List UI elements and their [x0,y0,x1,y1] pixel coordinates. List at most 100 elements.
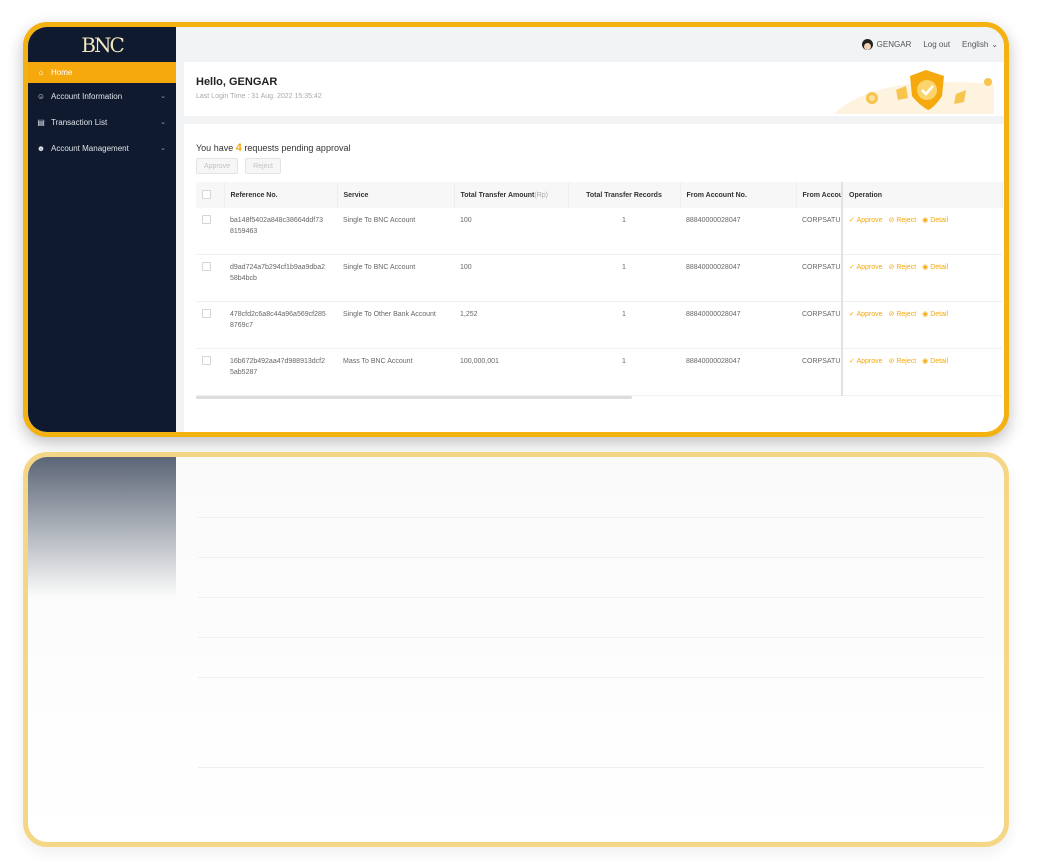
approve-link[interactable]: ✓ Approve [849,217,883,224]
detail-link-label: Detail [930,311,949,318]
user-icon: ☺ [36,91,46,101]
select-all-checkbox[interactable] [202,189,211,199]
pending-count: 4 [235,142,242,154]
col-from-account: From Account No. [680,182,797,208]
from-account-name-cell: CORPSATU [796,208,842,255]
from-account-name-cell: CORPSATU [796,348,842,396]
sidebar-item-label: Home [51,68,73,77]
from-account-cell: 88840000028047 [680,348,796,396]
table-row: 16b672b492aa47d988913dcf2 5ab5287 Mass To … [196,348,1002,396]
service-cell: Single To Other Bank Account [337,301,454,349]
home-icon: ⌂ [38,68,44,77]
row-checkbox[interactable] [202,262,211,271]
list-icon: ▤ [37,117,45,127]
requests-table: Reference No. Service Total Transfer Amo… [196,182,1003,396]
from-account-name-cell: CORPSATU [796,254,842,302]
detail-link[interactable]: ◉ Detail [922,358,948,365]
users-icon: ☻ [36,143,46,153]
approve-link-label: Approve [856,217,883,224]
avatar[interactable] [861,39,873,50]
horizontal-scrollbar[interactable] [196,396,632,399]
col-reference: Reference No. [224,182,338,208]
reject-link-label: Reject [896,358,917,365]
reference-part: 16b672b492aa47d988913dcf2 [230,358,325,365]
pending-approval-panel: You have 4 requests pending approval App… [184,124,1004,432]
records-cell: 1 [568,208,680,255]
col-amount: Total Transfer Amount(Rp) [454,182,569,208]
reference-part: 58b4bcb [230,275,257,282]
amount-cell: 100 [454,208,568,255]
username[interactable]: GENGAR [877,40,912,49]
approve-link-label: Approve [856,311,883,318]
pending-prefix: You have [196,143,234,153]
reject-link[interactable]: ⊘ Reject [889,217,917,224]
chevron-down-icon: ⌄ [160,119,166,126]
col-amount-label: Total Transfer Amount [460,191,535,199]
amount-cell: 100 [454,254,568,302]
col-records: Total Transfer Records [568,182,681,208]
reject-link[interactable]: ⊘ Reject [889,358,917,365]
records-cell: 1 [568,348,680,396]
approve-link-label: Approve [856,264,883,271]
from-account-cell: 88840000028047 [680,208,796,255]
col-from-account-name: From Accou [796,182,843,208]
approve-link[interactable]: ✓ Approve [849,264,883,271]
reference-part: d9ad724a7b294cf1b9aa9dba2 [230,264,325,271]
amount-cell: 100,000,001 [454,348,568,396]
operation-cell: ✓ Approve ⊘ Reject ◉ Detail [841,301,1002,349]
reference-cell: d9ad724a7b294cf1b9aa9dba2 58b4bcb [224,254,337,302]
approve-button[interactable]: Approve [196,158,238,174]
detail-link-label: Detail [930,358,949,365]
greeting: Hello, GENGAR [196,76,278,88]
sidebar-item-account-management[interactable]: ☻ Account Management ⌄ [28,135,176,161]
service-cell: Single To BNC Account [337,254,454,302]
logout-link[interactable]: Log out [923,40,950,49]
records-cell: 1 [568,254,680,302]
chevron-down-icon[interactable]: ⌄ [991,40,998,49]
operation-cell: ✓ Approve ⊘ Reject ◉ Detail [841,254,1002,302]
reject-link[interactable]: ⊘ Reject [889,311,917,318]
from-account-cell: 88840000028047 [680,301,796,349]
sidebar-item-label: Account Information [51,91,123,101]
records-cell: 1 [568,301,680,349]
top-bar: GENGAR Log out English ⌄ [176,27,1004,62]
operation-cell: ✓ Approve ⊘ Reject ◉ Detail [841,348,1002,396]
sidebar-item-home[interactable]: ⌂ Home [28,62,176,83]
brand-logo[interactable]: BNC [28,27,176,62]
reject-link-label: Reject [896,217,917,224]
service-cell: Mass To BNC Account [337,348,454,396]
reference-cell: 16b672b492aa47d988913dcf2 5ab5287 [224,348,337,396]
sidebar-item-label: Account Management [51,143,129,153]
reference-cell: 478cfd2c6a8c44a96a569cf285 8769c7 [224,301,337,349]
security-shield-illustration [834,70,994,114]
row-checkbox[interactable] [202,356,211,365]
detail-link[interactable]: ◉ Detail [922,264,948,271]
reject-link-label: Reject [896,264,917,271]
approve-link-label: Approve [856,358,883,365]
col-amount-unit: (Rp) [534,191,549,199]
sidebar-item-label: Transaction List [51,117,108,127]
last-login-time: Last Login Time : 31 Aug. 2022 15:35:42 [196,93,322,100]
table-row: d9ad724a7b294cf1b9aa9dba2 58b4bcb Single T… [196,254,1002,302]
from-account-name-cell: CORPSATU [796,301,842,349]
approve-link[interactable]: ✓ Approve [849,311,883,318]
app-window: BNC ⌂ Home ☺ Account Information ⌄ ▤ Tra… [23,22,1009,437]
detail-link[interactable]: ◉ Detail [922,217,948,224]
language-select[interactable]: English [962,40,988,49]
reference-part: 8769c7 [230,322,253,329]
from-account-cell: 88840000028047 [680,254,796,302]
mirrored-reflection [23,452,1009,847]
service-cell: Single To BNC Account [337,208,454,255]
row-checkbox[interactable] [202,215,211,224]
reject-button[interactable]: Reject [245,158,281,174]
reject-link[interactable]: ⊘ Reject [889,264,917,271]
reference-part: 8159463 [230,228,258,235]
sidebar-item-transaction-list[interactable]: ▤ Transaction List ⌄ [28,109,176,135]
row-checkbox[interactable] [202,309,211,318]
approve-link[interactable]: ✓ Approve [849,358,883,365]
sidebar: BNC ⌂ Home ☺ Account Information ⌄ ▤ Tra… [28,27,176,432]
reference-part: ba148f5402a848c38664ddf73 [230,217,324,224]
sidebar-item-account-information[interactable]: ☺ Account Information ⌄ [28,83,176,109]
pending-suffix: requests pending approval [244,143,351,153]
detail-link[interactable]: ◉ Detail [922,311,948,318]
